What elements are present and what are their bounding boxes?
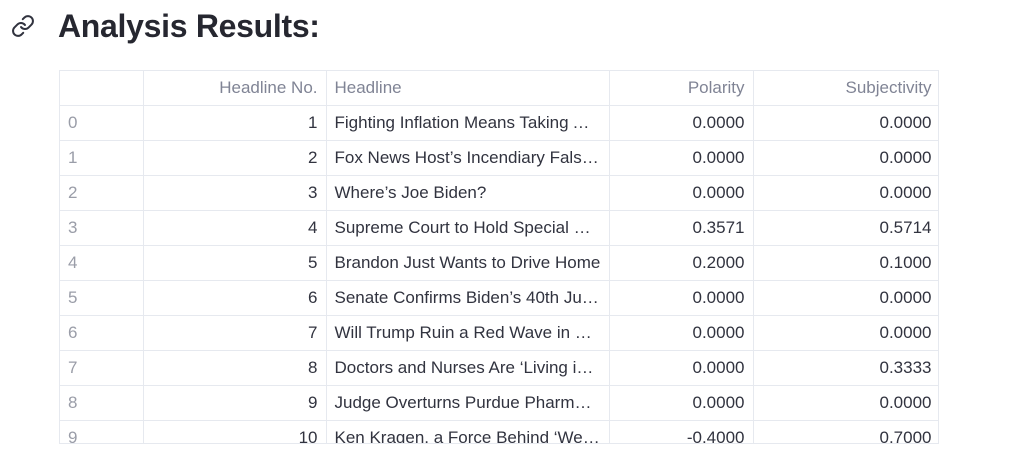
headline-cell[interactable]: Fighting Inflation Means Taking Action xyxy=(326,105,610,141)
polarity-cell[interactable]: 0.0000 xyxy=(609,105,754,141)
subjectivity-cell[interactable]: 0.0000 xyxy=(753,315,938,351)
row-index-cell[interactable]: 9 xyxy=(60,420,144,443)
polarity-cell[interactable]: 0.0000 xyxy=(609,385,754,421)
section-heading: Analysis Results: xyxy=(10,6,320,46)
results-dataframe[interactable]: Headline No. Headline Polarity Subjectiv… xyxy=(59,70,939,444)
column-header-polarity[interactable]: Polarity xyxy=(609,71,754,106)
table-row[interactable]: 910Ken Kragen, a Force Behind ‘We Are th… xyxy=(60,420,938,443)
polarity-cell[interactable]: 0.0000 xyxy=(609,175,754,211)
subjectivity-cell[interactable]: 0.0000 xyxy=(753,105,938,141)
headline-cell[interactable]: Doctors and Nurses Are ‘Living in Fear’ xyxy=(326,350,610,386)
column-header-index[interactable] xyxy=(60,71,144,106)
subjectivity-cell[interactable]: 0.0000 xyxy=(753,280,938,316)
column-header-headline-no[interactable]: Headline No. xyxy=(143,71,327,106)
subjectivity-cell[interactable]: 0.0000 xyxy=(753,385,938,421)
headline-no-cell[interactable]: 1 xyxy=(143,105,327,141)
subjectivity-cell[interactable]: 0.1000 xyxy=(753,245,938,281)
subjectivity-cell[interactable]: 0.5714 xyxy=(753,210,938,246)
table-row[interactable]: 1 2 Fox News Host’s Incendiary Falsehoods 0… xyxy=(60,140,938,176)
headline-cell[interactable]: Fox News Host’s Incendiary Falsehoods xyxy=(326,140,610,176)
subjectivity-cell[interactable]: 0.0000 xyxy=(753,140,938,176)
row-index-cell[interactable]: 4 xyxy=(60,245,144,281)
headline-cell[interactable]: Brandon Just Wants to Drive Home xyxy=(326,245,610,281)
headline-no-cell[interactable]: 7 xyxy=(143,315,327,351)
headline-no-cell[interactable]: 8 xyxy=(143,350,327,386)
table-row[interactable]: 7 8 Doctors and Nurses Are ‘Living in Fear… xyxy=(60,350,938,386)
headline-no-cell[interactable]: 5 xyxy=(143,245,327,281)
row-index-cell[interactable]: 2 xyxy=(60,175,144,211)
polarity-cell[interactable]: 0.3571 xyxy=(609,210,754,246)
headline-no-cell[interactable]: 9 xyxy=(143,385,327,421)
table-row[interactable]: 6 7 Will Trump Ruin a Red Wave in 2022? 0.0… xyxy=(60,315,938,351)
polarity-cell[interactable]: 0.0000 xyxy=(609,280,754,316)
headline-no-cell[interactable]: 2 xyxy=(143,140,327,176)
polarity-cell[interactable]: 0.0000 xyxy=(609,140,754,176)
row-index-cell[interactable]: 5 xyxy=(60,280,144,316)
headline-no-cell[interactable]: 6 xyxy=(143,280,327,316)
table-row[interactable]: 8 9 Judge Overturns Purdue Pharma Deal 0.00… xyxy=(60,385,938,421)
headline-cell[interactable]: Supreme Court to Hold Special Session xyxy=(326,210,610,246)
subjectivity-cell[interactable]: 0.3333 xyxy=(753,350,938,386)
subjectivity-cell[interactable]: 0.0000 xyxy=(753,175,938,211)
subjectivity-cell[interactable]: 0.7000 xyxy=(753,420,938,443)
row-index-cell[interactable]: 8 xyxy=(60,385,144,421)
row-index-cell[interactable]: 1 xyxy=(60,140,144,176)
row-index-cell[interactable]: 0 xyxy=(60,105,144,141)
headline-no-cell[interactable]: 4 xyxy=(143,210,327,246)
table-header-row: Headline No. Headline Polarity Subjectiv… xyxy=(60,71,938,106)
polarity-cell[interactable]: 0.2000 xyxy=(609,245,754,281)
results-table: Headline No. Headline Polarity Subjectiv… xyxy=(60,71,938,443)
polarity-cell[interactable]: -0.4000 xyxy=(609,420,754,443)
headline-cell[interactable]: Will Trump Ruin a Red Wave in 2022? xyxy=(326,315,610,351)
headline-cell[interactable]: Senate Confirms Biden’s 40th Judge xyxy=(326,280,610,316)
table-row[interactable]: 4 5 Brandon Just Wants to Drive Home 0.2000… xyxy=(60,245,938,281)
table-row[interactable]: 2 3 Where’s Joe Biden? 0.0000 0.0000 xyxy=(60,175,938,211)
link-icon[interactable] xyxy=(10,13,36,39)
headline-cell[interactable]: Where’s Joe Biden? xyxy=(326,175,610,211)
row-index-cell[interactable]: 7 xyxy=(60,350,144,386)
table-row[interactable]: 3 4 Supreme Court to Hold Special Session 0… xyxy=(60,210,938,246)
headline-cell[interactable]: Ken Kragen, a Force Behind ‘We Are the W… xyxy=(326,420,610,443)
table-row[interactable]: 0 1 Fighting Inflation Means Taking Action… xyxy=(60,105,938,141)
polarity-cell[interactable]: 0.0000 xyxy=(609,350,754,386)
page-title: Analysis Results: xyxy=(58,7,320,44)
row-index-cell[interactable]: 3 xyxy=(60,210,144,246)
table-row[interactable]: 5 6 Senate Confirms Biden’s 40th Judge 0.00… xyxy=(60,280,938,316)
row-index-cell[interactable]: 6 xyxy=(60,315,144,351)
column-header-subjectivity[interactable]: Subjectivity xyxy=(753,71,938,106)
headline-no-cell[interactable]: 10 xyxy=(143,420,327,443)
headline-no-cell[interactable]: 3 xyxy=(143,175,327,211)
headline-cell[interactable]: Judge Overturns Purdue Pharma Deal xyxy=(326,385,610,421)
polarity-cell[interactable]: 0.0000 xyxy=(609,315,754,351)
column-header-headline[interactable]: Headline xyxy=(326,71,610,106)
